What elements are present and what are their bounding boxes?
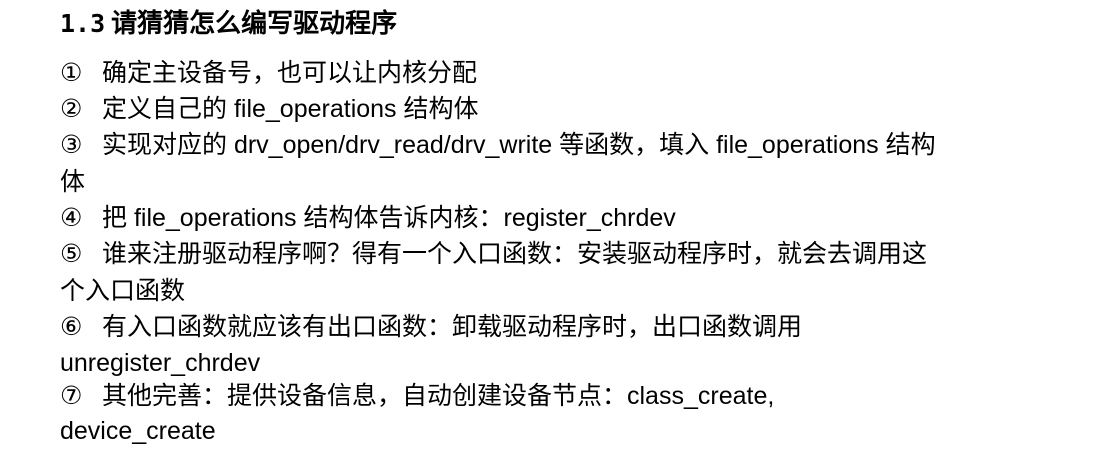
step-3-text: 实现对应的 drv_open/drv_read/drv_write 等函数，填入… <box>102 131 936 159</box>
section-number: 1.3 <box>60 9 106 38</box>
section-heading: 1.3 请猜猜怎么编写驱动程序 <box>60 4 397 44</box>
step-3: ③ 实现对应的 drv_open/drv_read/drv_write 等函数，填… <box>60 127 936 163</box>
step-2: ② 定义自己的 file_operations 结构体 <box>60 91 479 127</box>
step-6-continuation: unregister_chrdev <box>60 349 261 377</box>
step-1-text: 确定主设备号，也可以让内核分配 <box>102 59 478 87</box>
step-2-text: 定义自己的 file_operations 结构体 <box>102 95 479 123</box>
step-2-marker: ② <box>60 95 83 123</box>
step-6-marker: ⑥ <box>60 313 83 341</box>
step-3-continuation: 体 <box>60 168 86 196</box>
step-7: ⑦ 其他完善：提供设备信息，自动创建设备节点：class_create, <box>60 378 774 414</box>
step-7-text: 其他完善：提供设备信息，自动创建设备节点：class_create, <box>102 382 775 410</box>
step-6: ⑥ 有入口函数就应该有出口函数：卸载驱动程序时，出口函数调用 <box>60 309 802 345</box>
step-5-continuation: 个入口函数 <box>60 277 186 305</box>
step-6-text: 有入口函数就应该有出口函数：卸载驱动程序时，出口函数调用 <box>102 313 803 341</box>
step-1-marker: ① <box>60 59 83 87</box>
step-4-text: 把 file_operations 结构体告诉内核：register_chrde… <box>102 204 676 232</box>
step-7-marker: ⑦ <box>60 382 83 410</box>
step-4: ④ 把 file_operations 结构体告诉内核：register_chrd… <box>60 200 676 236</box>
step-3-marker: ③ <box>60 131 83 159</box>
section-title: 请猜猜怎么编写驱动程序 <box>111 9 398 39</box>
step-5-marker: ⑤ <box>60 240 83 268</box>
step-7-continuation: device_create <box>60 417 216 445</box>
step-5: ⑤ 谁来注册驱动程序啊？得有一个入口函数：安装驱动程序时，就会去调用这 <box>60 236 927 272</box>
step-1: ① 确定主设备号，也可以让内核分配 <box>60 55 477 91</box>
step-4-marker: ④ <box>60 204 83 232</box>
document-page: 1.3 请猜猜怎么编写驱动程序 ① 确定主设备号，也可以让内核分配 ② 定义自己的 f… <box>0 0 1119 455</box>
step-5-text: 谁来注册驱动程序啊？得有一个入口函数：安装驱动程序时，就会去调用这 <box>102 240 928 268</box>
